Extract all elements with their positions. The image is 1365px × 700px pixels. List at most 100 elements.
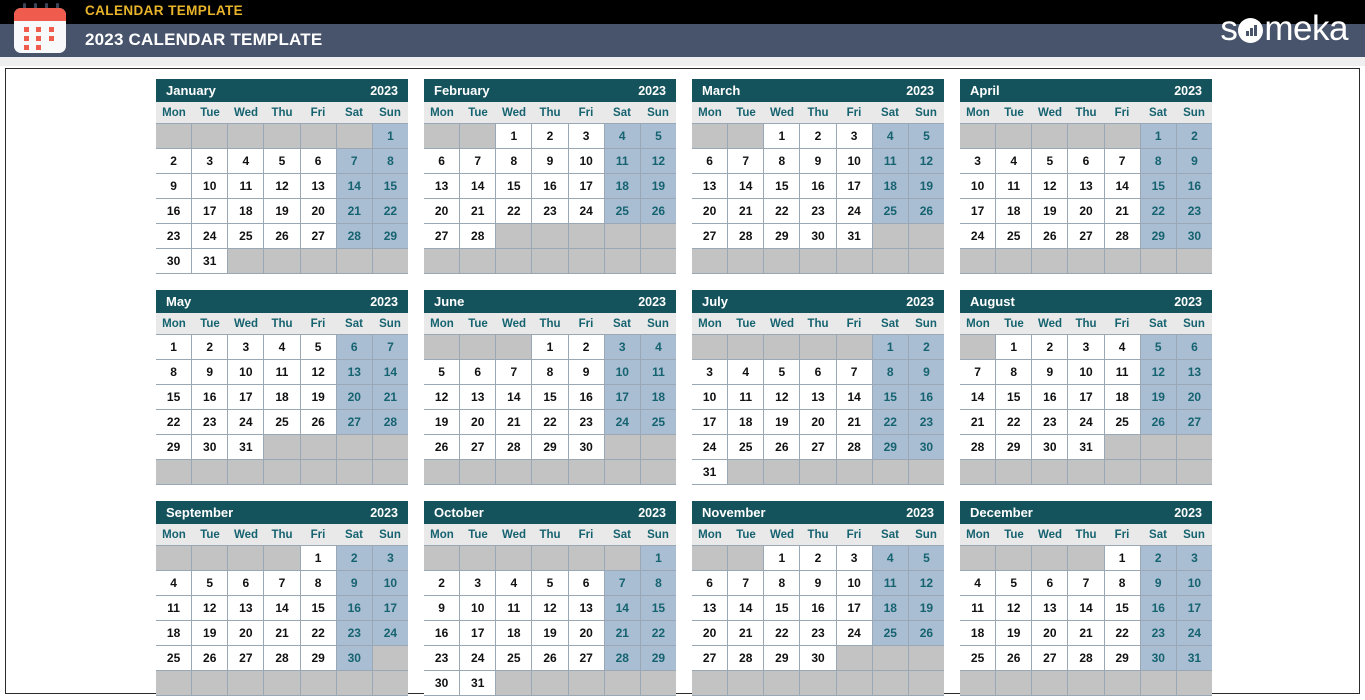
day-cell[interactable]: 6 [692, 149, 728, 173]
day-cell[interactable]: 11 [996, 174, 1032, 198]
day-cell[interactable]: 30 [1140, 646, 1176, 670]
day-cell[interactable]: 27 [692, 646, 728, 670]
day-cell[interactable]: 21 [1068, 621, 1104, 645]
day-cell[interactable]: 1 [872, 335, 908, 359]
day-cell[interactable]: 1 [372, 124, 408, 148]
day-cell[interactable]: 6 [336, 335, 372, 359]
day-cell[interactable]: 2 [192, 335, 228, 359]
day-cell[interactable]: 8 [640, 571, 676, 595]
day-cell[interactable]: 28 [960, 435, 996, 459]
day-cell[interactable]: 25 [1104, 410, 1140, 434]
day-cell[interactable]: 20 [568, 621, 604, 645]
day-cell[interactable]: 10 [1176, 571, 1212, 595]
day-cell[interactable]: 28 [372, 410, 408, 434]
day-cell[interactable]: 16 [1032, 385, 1068, 409]
day-cell[interactable]: 28 [836, 435, 872, 459]
day-cell[interactable]: 31 [692, 460, 728, 484]
day-cell[interactable]: 22 [372, 199, 408, 223]
day-cell[interactable]: 1 [764, 546, 800, 570]
day-cell[interactable]: 3 [372, 546, 408, 570]
day-cell[interactable]: 28 [1104, 224, 1140, 248]
day-cell[interactable]: 1 [300, 546, 336, 570]
day-cell[interactable]: 27 [460, 435, 496, 459]
day-cell[interactable]: 18 [960, 621, 996, 645]
day-cell[interactable]: 26 [908, 199, 944, 223]
day-cell[interactable]: 6 [424, 149, 460, 173]
day-cell[interactable]: 8 [532, 360, 568, 384]
day-cell[interactable]: 25 [228, 224, 264, 248]
day-cell[interactable]: 29 [872, 435, 908, 459]
day-cell[interactable]: 26 [764, 435, 800, 459]
day-cell[interactable]: 5 [192, 571, 228, 595]
day-cell[interactable]: 5 [264, 149, 300, 173]
day-cell[interactable]: 27 [568, 646, 604, 670]
day-cell[interactable]: 20 [800, 410, 836, 434]
day-cell[interactable]: 11 [604, 149, 640, 173]
day-cell[interactable]: 21 [496, 410, 532, 434]
day-cell[interactable]: 21 [728, 199, 764, 223]
day-cell[interactable]: 19 [1032, 199, 1068, 223]
day-cell[interactable]: 6 [568, 571, 604, 595]
day-cell[interactable]: 15 [1140, 174, 1176, 198]
day-cell[interactable]: 20 [692, 621, 728, 645]
day-cell[interactable]: 30 [908, 435, 944, 459]
day-cell[interactable]: 18 [872, 596, 908, 620]
day-cell[interactable]: 14 [728, 174, 764, 198]
day-cell[interactable]: 15 [872, 385, 908, 409]
day-cell[interactable]: 24 [372, 621, 408, 645]
day-cell[interactable]: 30 [568, 435, 604, 459]
day-cell[interactable]: 10 [836, 571, 872, 595]
day-cell[interactable]: 23 [156, 224, 192, 248]
day-cell[interactable]: 21 [728, 621, 764, 645]
day-cell[interactable]: 3 [692, 360, 728, 384]
day-cell[interactable]: 2 [800, 546, 836, 570]
day-cell[interactable]: 29 [996, 435, 1032, 459]
day-cell[interactable]: 1 [532, 335, 568, 359]
day-cell[interactable]: 30 [800, 224, 836, 248]
day-cell[interactable]: 23 [424, 646, 460, 670]
day-cell[interactable]: 8 [996, 360, 1032, 384]
day-cell[interactable]: 17 [1068, 385, 1104, 409]
day-cell[interactable]: 13 [1176, 360, 1212, 384]
day-cell[interactable]: 6 [1032, 571, 1068, 595]
day-cell[interactable]: 7 [496, 360, 532, 384]
day-cell[interactable]: 3 [568, 124, 604, 148]
day-cell[interactable]: 1 [156, 335, 192, 359]
day-cell[interactable]: 31 [460, 671, 496, 695]
day-cell[interactable]: 14 [496, 385, 532, 409]
day-cell[interactable]: 21 [336, 199, 372, 223]
day-cell[interactable]: 2 [568, 335, 604, 359]
day-cell[interactable]: 28 [728, 646, 764, 670]
day-cell[interactable]: 12 [640, 149, 676, 173]
day-cell[interactable]: 26 [192, 646, 228, 670]
day-cell[interactable]: 11 [872, 149, 908, 173]
day-cell[interactable]: 19 [192, 621, 228, 645]
day-cell[interactable]: 25 [496, 646, 532, 670]
day-cell[interactable]: 18 [1104, 385, 1140, 409]
day-cell[interactable]: 13 [692, 174, 728, 198]
day-cell[interactable]: 27 [1176, 410, 1212, 434]
day-cell[interactable]: 23 [800, 199, 836, 223]
day-cell[interactable]: 20 [692, 199, 728, 223]
day-cell[interactable]: 11 [264, 360, 300, 384]
day-cell[interactable]: 3 [836, 124, 872, 148]
day-cell[interactable]: 8 [764, 149, 800, 173]
day-cell[interactable]: 2 [1140, 546, 1176, 570]
day-cell[interactable]: 2 [800, 124, 836, 148]
day-cell[interactable]: 23 [1176, 199, 1212, 223]
day-cell[interactable]: 12 [1032, 174, 1068, 198]
day-cell[interactable]: 23 [336, 621, 372, 645]
day-cell[interactable]: 10 [836, 149, 872, 173]
day-cell[interactable]: 5 [764, 360, 800, 384]
day-cell[interactable]: 9 [908, 360, 944, 384]
day-cell[interactable]: 20 [460, 410, 496, 434]
day-cell[interactable]: 2 [1176, 124, 1212, 148]
day-cell[interactable]: 10 [692, 385, 728, 409]
day-cell[interactable]: 9 [800, 571, 836, 595]
day-cell[interactable]: 30 [1176, 224, 1212, 248]
day-cell[interactable]: 22 [764, 199, 800, 223]
day-cell[interactable]: 18 [640, 385, 676, 409]
day-cell[interactable]: 7 [728, 149, 764, 173]
day-cell[interactable]: 25 [872, 199, 908, 223]
day-cell[interactable]: 25 [640, 410, 676, 434]
